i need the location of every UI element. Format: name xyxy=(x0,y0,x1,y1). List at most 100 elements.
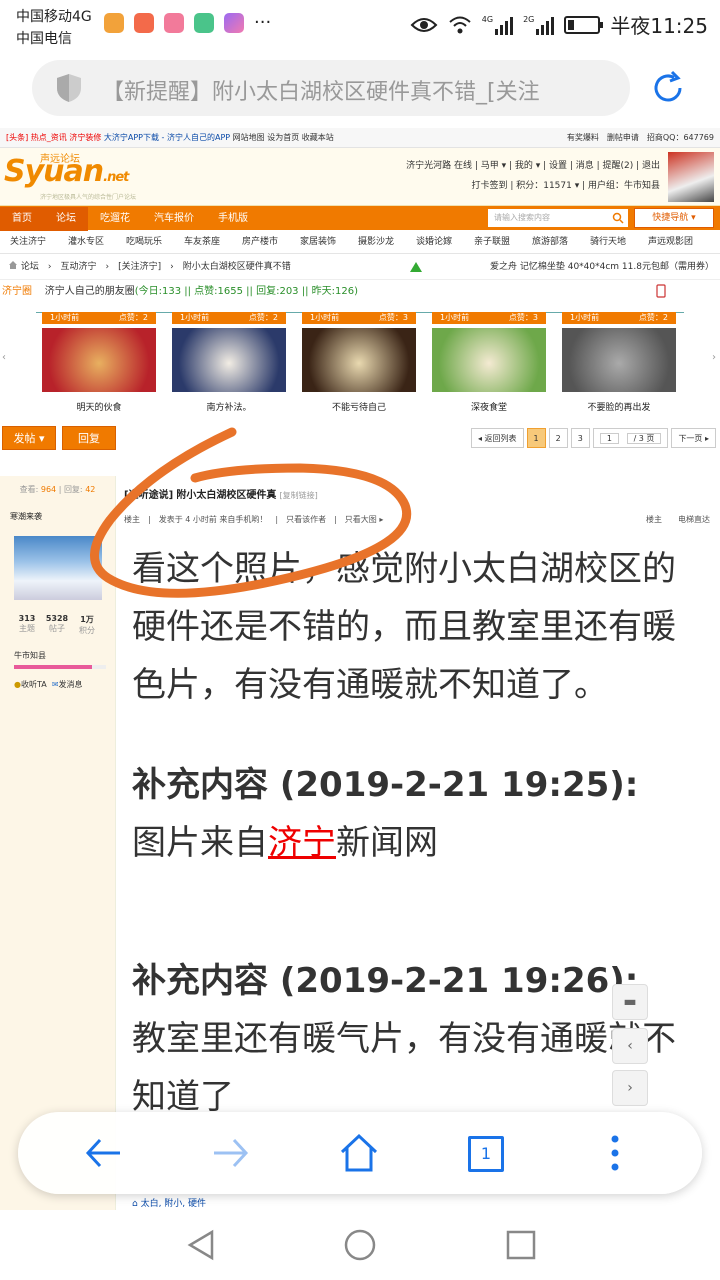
battery-icon xyxy=(564,15,604,34)
subnav-item[interactable]: 声远观影团 xyxy=(648,230,706,254)
subnav-item[interactable]: 车友茶座 xyxy=(184,230,242,254)
page-input[interactable]: 1 / 3 页 xyxy=(592,428,669,448)
set-home-link[interactable]: 设为首页 xyxy=(267,133,299,142)
nav-back-icon[interactable] xyxy=(184,1228,218,1262)
status-bar: 中国移动4G 中国电信 ··· 4G 2G 半夜11:25 xyxy=(0,0,720,52)
friend-circle-header: 济宁圈 济宁人自己的朋友圈(今日:133 || 点赞:1655 || 回复:20… xyxy=(0,280,720,304)
more-dots-icon: ··· xyxy=(254,12,272,33)
author-actions: ●收听TA ✉发消息 xyxy=(14,679,115,690)
photo[interactable] xyxy=(302,328,416,392)
photo-card[interactable]: 1小时前 点赞：3 不能亏待自己 xyxy=(302,312,416,413)
photo-caption: 南方补法。 xyxy=(206,403,252,413)
author-name[interactable]: 寒潮来袭 xyxy=(10,511,115,522)
app-notification-icon xyxy=(194,12,214,33)
home-icon[interactable] xyxy=(336,1130,382,1176)
signal-2g-icon: 2G xyxy=(523,15,555,35)
subnav-item[interactable]: 吃喝玩乐 xyxy=(126,230,184,254)
page-3[interactable]: 3 xyxy=(570,428,590,448)
author-avatar[interactable] xyxy=(14,536,102,600)
subnav-item[interactable]: 关注济宁 xyxy=(10,230,68,254)
topnav-right-links[interactable]: 有奖爆料 删帖申请 招商QQ：647769 xyxy=(567,128,714,148)
jining-link[interactable]: 济宁 xyxy=(268,823,336,863)
signal-4g-icon: 4G xyxy=(482,15,514,35)
back-arrow-icon[interactable] xyxy=(80,1130,126,1176)
author-stats: 313 主题 5328 帖子 1万 积分 xyxy=(18,614,95,635)
supplement-header: 补充内容 (2019-2-21 19:26): xyxy=(132,961,639,1001)
subnav-item[interactable]: 谈婚论嫁 xyxy=(416,230,474,254)
photo-card[interactable]: 1小时前 点赞：2 明天的伙食 xyxy=(42,312,156,413)
user-avatar[interactable] xyxy=(668,152,714,202)
photo[interactable] xyxy=(42,328,156,392)
post-tags[interactable]: ⌂ 太白, 附小, 硬件 xyxy=(132,1196,206,1209)
ad-link[interactable]: 爱之舟 记忆棉坐垫 40*40*4cm 11.8元包邮（需用券） xyxy=(490,254,714,280)
nav-mobile[interactable]: 手机版 xyxy=(206,207,260,231)
subnav-item[interactable]: 亲子联盟 xyxy=(474,230,532,254)
circle-title[interactable]: 济宁圈 xyxy=(2,286,32,297)
chevron-right-icon[interactable]: › xyxy=(712,352,716,363)
site-logo[interactable]: Syuan.net xyxy=(4,154,129,189)
subnav-item[interactable]: 灌水专区 xyxy=(68,230,126,254)
subnav-item[interactable]: 摄影沙龙 xyxy=(358,230,416,254)
nav-food[interactable]: 吃遛花 xyxy=(88,207,142,231)
photo-strip: 1小时前 点赞：2 明天的伙食 1小时前 点赞：2 南方补法。 1小时前 点赞：3 不能亏待… xyxy=(42,312,720,414)
photo-card[interactable]: 1小时前 点赞：2 南方补法。 xyxy=(172,312,286,413)
breadcrumb-path[interactable]: 论坛 › 互动济宁 › [关注济宁] › 附小太白湖校区硬件真不错 xyxy=(21,262,291,272)
search-input[interactable]: 请输入搜索内容 xyxy=(488,209,628,227)
photo-card[interactable]: 1小时前 点赞：2 不要脸的再出发 xyxy=(562,312,676,413)
page-2[interactable]: 2 xyxy=(548,428,568,448)
site-topnav: [头条] 热点_资讯 济宁装修 大济宁APP下载 - 济宁人自己的APP 网站地… xyxy=(0,128,720,148)
supplement-header: 补充内容 (2019-2-21 19:25): xyxy=(132,765,639,805)
app-notification-icon xyxy=(134,12,154,33)
comment-icon[interactable]: ▬ xyxy=(612,984,648,1020)
phone-icon[interactable] xyxy=(656,284,666,298)
hot-news-link[interactable]: 热点_资讯 xyxy=(31,133,67,142)
reload-icon[interactable] xyxy=(648,68,688,108)
shield-icon xyxy=(57,74,81,102)
subnav-item[interactable]: 旅游部落 xyxy=(532,230,590,254)
subnav-item[interactable]: 家居装饰 xyxy=(300,230,358,254)
home-icon[interactable] xyxy=(8,260,18,269)
photo-caption: 不要脸的再出发 xyxy=(587,403,651,413)
menu-dots-icon[interactable] xyxy=(592,1130,638,1176)
follow-link[interactable]: 收听TA xyxy=(21,680,47,689)
photo[interactable] xyxy=(562,328,676,392)
new-post-button[interactable]: 发帖 ▾ xyxy=(2,426,56,450)
nav-car[interactable]: 汽车报价 xyxy=(142,207,206,231)
user-info-links[interactable]: 济宁光河路 在线 | 马甲 ▾ | 我的 ▾ | 设置 | 消息 | 提醒(2)… xyxy=(406,158,660,171)
app-download-link[interactable]: 大济宁APP下载 - 济宁人自己的APP xyxy=(104,133,230,142)
photo[interactable] xyxy=(432,328,546,392)
reply-button[interactable]: 回复 xyxy=(62,426,116,450)
nav-forum[interactable]: 论坛 xyxy=(44,207,88,231)
quick-nav-button[interactable]: 快捷导航 ▾ xyxy=(634,208,714,228)
subnav-item[interactable]: 骑行天地 xyxy=(590,230,648,254)
page-1[interactable]: 1 xyxy=(526,428,546,448)
search-icon[interactable] xyxy=(612,212,624,224)
photo[interactable] xyxy=(172,328,286,392)
sitemap-link[interactable]: 网站地图 xyxy=(233,133,265,142)
nav-home[interactable]: 首页 xyxy=(0,207,44,231)
subnav-item[interactable]: 房产楼市 xyxy=(242,230,300,254)
tabs-button[interactable]: 1 xyxy=(468,1136,504,1172)
favorite-link[interactable]: 收藏本站 xyxy=(302,133,334,142)
copy-link[interactable]: [复制链接] xyxy=(280,491,318,500)
chevron-right-icon[interactable]: › xyxy=(612,1070,648,1106)
address-bar[interactable]: 【新提醒】附小太白湖校区硬件真不错_[关注 xyxy=(32,60,630,116)
wifi-icon xyxy=(449,16,471,33)
app-notification-icon xyxy=(164,12,184,33)
message-link[interactable]: 发消息 xyxy=(59,680,83,689)
chevron-left-icon[interactable]: ‹ xyxy=(2,352,6,363)
user-points[interactable]: 打卡签到 | 积分：11571 ▾ | 用户组：牛市知县 xyxy=(471,178,660,191)
jn-decor-link[interactable]: 济宁装修 xyxy=(69,133,101,142)
system-nav-bar xyxy=(0,1212,720,1280)
nav-recents-icon[interactable] xyxy=(504,1228,538,1262)
next-page-button[interactable]: 下一页 ▸ xyxy=(671,428,716,448)
main-nav: 首页 论坛 吃遛花 汽车报价 手机版 请输入搜索内容 快捷导航 ▾ xyxy=(0,206,720,231)
author-sidebar: 查看: 964 | 回复: 42 寒潮来袭 313 主题 5328 帖子 1万 积分 … xyxy=(0,476,116,1210)
forward-arrow-icon[interactable] xyxy=(208,1130,254,1176)
nav-home-icon[interactable] xyxy=(343,1228,377,1262)
browser-bottom-toolbar: 1 xyxy=(18,1112,702,1194)
chevron-left-icon[interactable]: ‹ xyxy=(612,1028,648,1064)
circle-stats: (今日:133 || 点赞:1655 || 回复:203 || 昨天:126) xyxy=(134,286,358,297)
back-to-list-button[interactable]: ◂ 返回列表 xyxy=(470,428,524,448)
photo-card[interactable]: 1小时前 点赞：3 深夜食堂 xyxy=(432,312,546,413)
